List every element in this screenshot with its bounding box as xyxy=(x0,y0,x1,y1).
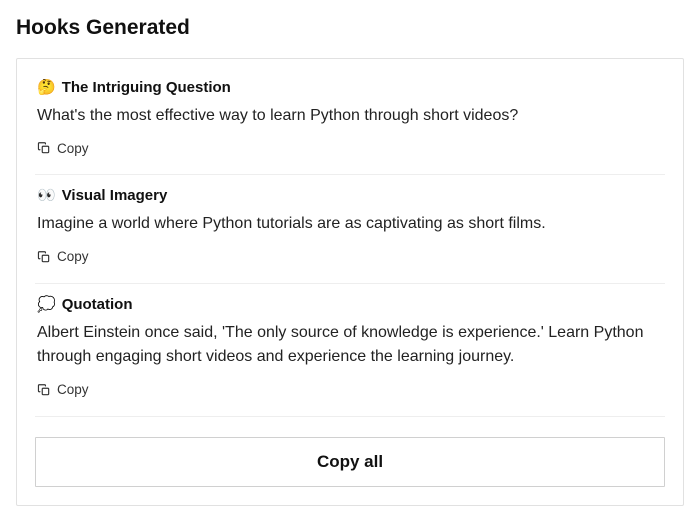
copy-label: Copy xyxy=(57,249,89,264)
copy-all-button[interactable]: Copy all xyxy=(35,437,665,487)
hook-body: Albert Einstein once said, 'The only sou… xyxy=(37,321,663,371)
hook-header: 💭 Quotation xyxy=(37,296,663,313)
hook-item: 🤔 The Intriguing Question What's the mos… xyxy=(35,75,665,175)
hook-title: Visual Imagery xyxy=(62,187,168,204)
eyes-icon: 👀 xyxy=(37,188,56,203)
hook-body: Imagine a world where Python tutorials a… xyxy=(37,212,663,237)
copy-button[interactable]: Copy xyxy=(37,247,89,266)
thinking-face-icon: 🤔 xyxy=(37,80,56,95)
hook-title: Quotation xyxy=(62,296,133,313)
copy-icon xyxy=(37,141,51,155)
copy-label: Copy xyxy=(57,382,89,397)
copy-label: Copy xyxy=(57,141,89,156)
copy-button[interactable]: Copy xyxy=(37,139,89,158)
copy-button[interactable]: Copy xyxy=(37,380,89,399)
copy-icon xyxy=(37,383,51,397)
hook-body: What's the most effective way to learn P… xyxy=(37,104,663,129)
copy-icon xyxy=(37,250,51,264)
thought-balloon-icon: 💭 xyxy=(37,297,56,312)
hook-header: 👀 Visual Imagery xyxy=(37,187,663,204)
page-title: Hooks Generated xyxy=(16,16,684,40)
hook-header: 🤔 The Intriguing Question xyxy=(37,79,663,96)
hooks-container: 🤔 The Intriguing Question What's the mos… xyxy=(16,58,684,506)
hook-item: 💭 Quotation Albert Einstein once said, '… xyxy=(35,284,665,417)
hook-item: 👀 Visual Imagery Imagine a world where P… xyxy=(35,175,665,283)
hook-title: The Intriguing Question xyxy=(62,79,231,96)
